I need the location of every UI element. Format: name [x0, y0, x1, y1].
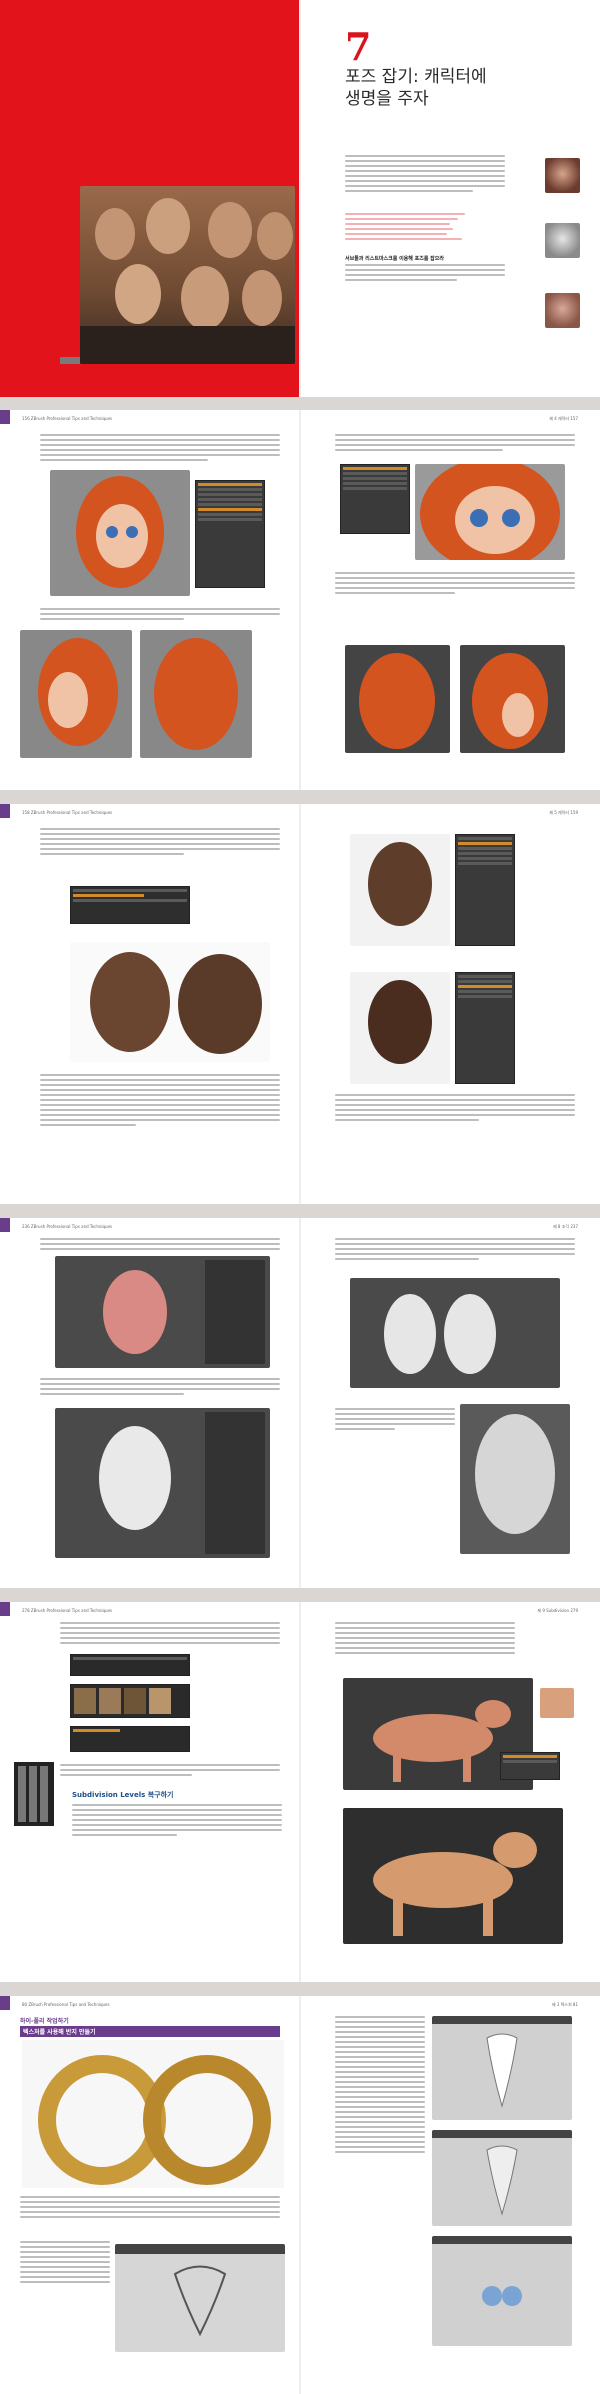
alpha-panel[interactable] [70, 1654, 190, 1676]
goblin-pair-viewport [350, 1278, 560, 1388]
section-label-2: 텍스처를 사용해 반지 만들기 [20, 2026, 280, 2037]
texture-dialog[interactable] [70, 886, 190, 924]
girl-side-render-2 [140, 630, 252, 758]
masking-palette[interactable] [340, 464, 410, 534]
goblin-detail-render [460, 1404, 570, 1554]
layers-palette-1[interactable] [455, 834, 515, 946]
side-head-1 [545, 158, 580, 193]
subtool-palette[interactable] [195, 480, 265, 588]
chapter-subhead: 서브툴과 리스트마스크를 이용해 포즈를 잡으라 [345, 256, 444, 262]
goblin-clay-viewport [55, 1256, 270, 1368]
intro-paragraph [345, 155, 505, 195]
spread-texture-heads: 158 ZBrush Professional Tips and Techniq… [0, 804, 600, 1204]
girl-hair-render-1 [345, 645, 450, 753]
running-head-left: 156 ZBrush Professional Tips and Techniq… [22, 416, 113, 421]
spread-ring: 80 ZBrush Professional Tips and Techniqu… [0, 1996, 600, 2394]
ring-viewport-2 [432, 2130, 572, 2226]
dog-render-2 [343, 1808, 563, 1944]
spread-girl: 156 ZBrush Professional Tips and Techniq… [0, 410, 600, 790]
section-label: 하이-폴리 작업하기 [20, 2018, 69, 2025]
chapter-number: 7 [345, 24, 372, 69]
girl-front-render [50, 470, 190, 596]
goblin-white-viewport [55, 1408, 270, 1558]
chapter-opener-spread: 7 포즈 잡기: 캐릭터에 생명을 주자 서브툴과 리스트마스크를 이용해 포즈… [0, 0, 600, 397]
ring-pattern-viewport [115, 2244, 285, 2352]
subhead-paragraph [345, 264, 505, 284]
grey-accent-bar [60, 357, 80, 364]
dog-palette[interactable] [500, 1752, 560, 1780]
subdivision-heading: Subdivision Levels 복구하기 [72, 1791, 174, 1799]
chapter-title-line2: 생명을 주자 [345, 89, 429, 109]
gold-ring-render [22, 2040, 284, 2188]
chapter-heads-image [80, 186, 295, 364]
subdivision-sliders[interactable] [14, 1762, 54, 1826]
head-texture-render [70, 942, 270, 1062]
side-head-2 [545, 223, 580, 258]
girl-side-render-1 [20, 630, 132, 758]
girl-closeup-render [415, 464, 565, 560]
spread-subdivision: 278 ZBrush Professional Tips and Techniq… [0, 1602, 600, 1982]
ring-viewport-1 [432, 2016, 572, 2120]
layers-palette-2[interactable] [455, 972, 515, 1084]
bullet-list [345, 213, 495, 243]
chapter-title-line1: 포즈 잡기: 캐릭터에 [345, 67, 487, 87]
head-front-render-1 [350, 834, 450, 946]
spread-goblin: 236 ZBrush Professional Tips and Techniq… [0, 1218, 600, 1588]
texture-swatches[interactable] [70, 1684, 190, 1718]
girl-hair-render-2 [460, 645, 565, 753]
dog-thumb [540, 1688, 574, 1718]
running-head-right: 제 4 캐릭터 157 [549, 416, 578, 421]
side-head-3 [545, 293, 580, 328]
head-front-render-2 [350, 972, 450, 1084]
ring-viewport-3 [432, 2236, 572, 2346]
brush-panel[interactable] [70, 1726, 190, 1752]
chapter-title: 포즈 잡기: 캐릭터에 생명을 주자 [345, 66, 487, 110]
